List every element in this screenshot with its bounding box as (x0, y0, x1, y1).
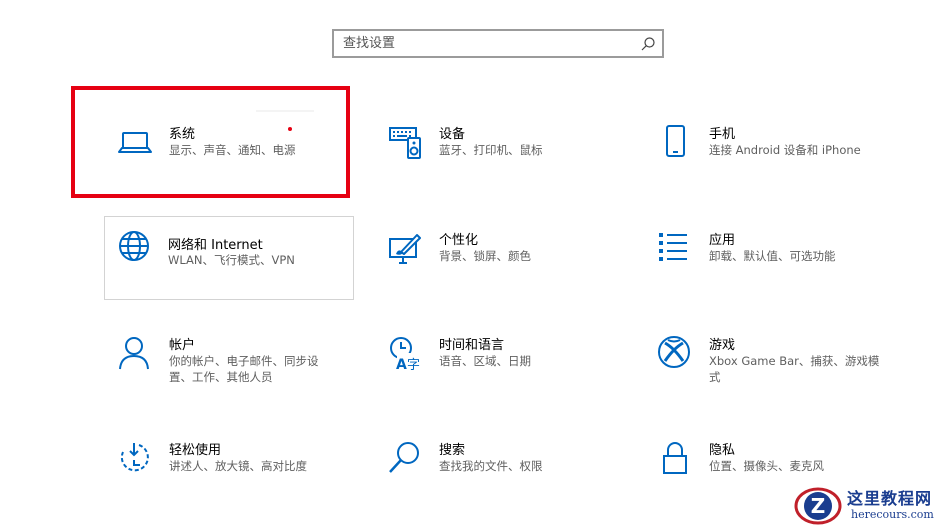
tile-description: WLAN、飞行模式、VPN (168, 253, 295, 267)
watermark-logo: Z (794, 487, 842, 525)
tile-description: 查找我的文件、权限 (439, 459, 543, 473)
tile-title: 时间和语言 (439, 338, 505, 353)
time-language-icon: A 字 (390, 337, 421, 371)
tile-description: 你的帐户、电子邮件、同步设置、工作、其他人员 (169, 354, 319, 384)
tile-ease-of-access[interactable]: 轻松使用 讲述人、放大镜、高对比度 (105, 428, 355, 514)
tile-time-language[interactable]: A 字 时间和语言 语音、区域、日期 (375, 323, 625, 409)
tile-description: 卸载、默认值、可选功能 (709, 249, 836, 263)
person-icon (119, 337, 149, 370)
tile-title: 帐户 (169, 338, 196, 353)
tile-description: 位置、摄像头、麦克风 (709, 459, 824, 473)
svg-text:字: 字 (407, 358, 420, 371)
paint-monitor-icon (389, 234, 421, 264)
watermark-url: herecours.com (851, 508, 934, 521)
search-icon[interactable] (640, 36, 656, 52)
tile-gaming[interactable]: 游戏 Xbox Game Bar、捕获、游戏模式 (645, 323, 895, 409)
highlight-artifact (256, 110, 314, 112)
tile-title: 系统 (169, 127, 196, 142)
laptop-icon (118, 132, 152, 153)
cursor-dot (288, 127, 292, 131)
tile-title: 手机 (709, 127, 736, 142)
search-magnifier-icon (389, 442, 419, 473)
tile-search[interactable]: 搜索 查找我的文件、权限 (375, 428, 625, 514)
tile-description: 蓝牙、打印机、鼠标 (439, 143, 543, 157)
tile-title: 应用 (709, 233, 736, 248)
tile-title: 个性化 (439, 233, 479, 248)
tile-title: 轻松使用 (169, 443, 222, 458)
app-list-icon (659, 233, 687, 261)
watermark: Z 这里教程网 herecours.com (793, 482, 941, 527)
watermark-title: 这里教程网 (847, 489, 933, 508)
xbox-icon (658, 336, 690, 368)
tile-accounts[interactable]: 帐户 你的帐户、电子邮件、同步设置、工作、其他人员 (105, 323, 355, 409)
tile-network[interactable]: 网络和 Internet WLAN、飞行模式、VPN (104, 216, 354, 300)
tile-description: 连接 Android 设备和 iPhone (709, 143, 861, 157)
tile-personalization[interactable]: 个性化 背景、锁屏、颜色 (375, 218, 625, 304)
tile-phone[interactable]: 手机 连接 Android 设备和 iPhone (645, 112, 895, 198)
globe-icon (119, 231, 149, 261)
phone-icon (666, 125, 685, 157)
tile-title: 搜索 (439, 443, 466, 458)
tile-description: 讲述人、放大镜、高对比度 (169, 459, 307, 473)
search-input[interactable] (334, 31, 643, 56)
ease-of-access-icon (120, 443, 149, 472)
tile-title: 设备 (439, 127, 466, 142)
watermark-logo-letter: Z (811, 494, 826, 518)
tile-devices[interactable]: 设备 蓝牙、打印机、鼠标 (375, 112, 625, 198)
tile-system[interactable]: 系统 显示、声音、通知、电源 (105, 112, 355, 198)
tile-description: Xbox Game Bar、捕获、游戏模式 (709, 354, 880, 384)
tile-description: 语音、区域、日期 (439, 354, 531, 368)
tile-title: 网络和 Internet (168, 238, 263, 253)
svg-text:A: A (396, 357, 407, 371)
settings-search-box[interactable] (332, 29, 664, 58)
tile-description: 显示、声音、通知、电源 (169, 143, 296, 157)
tile-title: 游戏 (709, 338, 736, 353)
keyboard-speaker-icon (389, 127, 421, 159)
tile-description: 背景、锁屏、颜色 (439, 249, 531, 263)
tile-title: 隐私 (709, 443, 736, 458)
lock-icon (663, 442, 687, 474)
tile-apps[interactable]: 应用 卸载、默认值、可选功能 (645, 218, 895, 304)
